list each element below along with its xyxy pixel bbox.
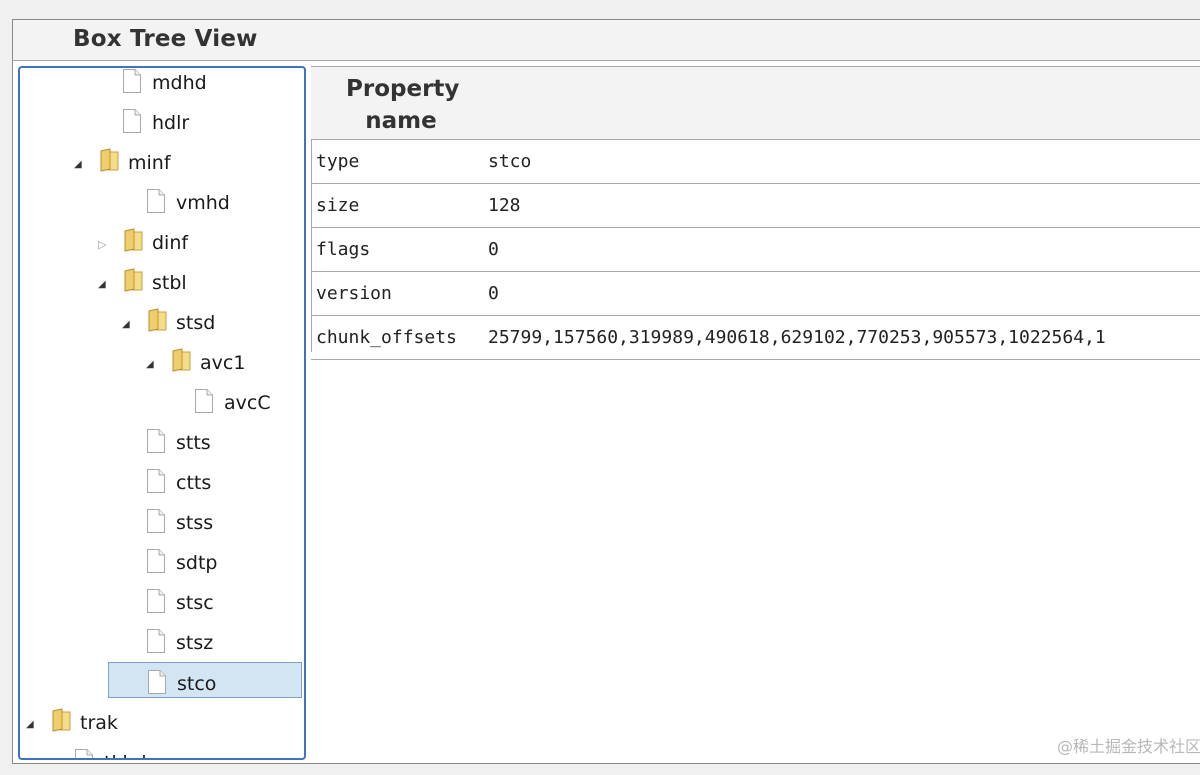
tree-item-label: avcC (224, 392, 271, 414)
tree-item-stts[interactable]: stts (20, 428, 300, 464)
tree-item-label: stsd (176, 312, 216, 334)
property-value: 128 (488, 195, 521, 216)
tree-item-label: stbl (152, 272, 187, 294)
tree-item-trak[interactable]: ◢ trak (20, 708, 300, 744)
box-tree-view-window: Box Tree View mdhd hdlr ◢ minf vmhd ▷ dinf ◢ stb… (12, 19, 1200, 764)
file-icon (146, 188, 168, 214)
tree-item-stsd[interactable]: ◢ stsd (20, 308, 300, 344)
property-row-version[interactable]: version 0 (311, 272, 1200, 316)
tree-item-ctts[interactable]: ctts (20, 468, 300, 504)
tree-item-sdtp[interactable]: sdtp (20, 548, 300, 584)
folder-icon (122, 228, 144, 254)
expand-arrow-icon[interactable]: ▷ (98, 239, 108, 250)
property-row-chunk-offsets[interactable]: chunk_offsets 25799,157560,319989,490618,… (311, 316, 1200, 360)
file-icon (194, 388, 216, 414)
file-icon (146, 468, 168, 494)
property-name: size (316, 195, 360, 216)
folder-icon (50, 708, 72, 734)
tree-item-minf[interactable]: ◢ minf (20, 148, 300, 184)
property-name: version (316, 283, 392, 304)
folder-icon (170, 348, 192, 374)
property-row-type[interactable]: type stco (311, 140, 1200, 184)
tree-item-tkhd[interactable]: tkhd (20, 748, 300, 758)
tree-item-stco[interactable]: stco (108, 662, 302, 698)
property-name-column-header[interactable]: Property name (346, 73, 459, 137)
tree-item-label: stsz (176, 632, 214, 654)
property-name: chunk_offsets (316, 327, 457, 348)
property-row-size[interactable]: size 128 (311, 184, 1200, 228)
property-value: 25799,157560,319989,490618,629102,770253… (488, 327, 1106, 348)
file-icon (74, 748, 96, 758)
tree-item-label: minf (128, 152, 171, 174)
tree-item-label: trak (80, 712, 118, 734)
folder-icon (122, 268, 144, 294)
title-bar: Box Tree View (13, 20, 1200, 61)
collapse-arrow-icon[interactable]: ◢ (98, 280, 108, 290)
tree-item-hdlr[interactable]: hdlr (20, 108, 300, 144)
property-panel: Property name type stco size 128 flags 0 versio… (311, 66, 1200, 760)
tree-item-avc1[interactable]: ◢ avc1 (20, 348, 300, 384)
property-name: type (316, 151, 360, 172)
folder-icon (146, 308, 168, 334)
collapse-arrow-icon[interactable]: ◢ (122, 320, 132, 330)
property-row-flags[interactable]: flags 0 (311, 228, 1200, 272)
tree-item-label: stco (177, 673, 217, 695)
tree-item-dinf[interactable]: ▷ dinf (20, 228, 300, 264)
tree-item-label: ctts (176, 472, 212, 494)
tree-item-label: stts (176, 432, 211, 454)
tree-item-label: hdlr (152, 112, 190, 134)
tree-item-stss[interactable]: stss (20, 508, 300, 544)
tree-item-avcc[interactable]: avcC (20, 388, 300, 424)
property-value: 0 (488, 239, 499, 260)
tree-item-stsc[interactable]: stsc (20, 588, 300, 624)
tree-item-label: mdhd (152, 72, 207, 94)
property-value: stco (488, 151, 532, 172)
box-tree[interactable]: mdhd hdlr ◢ minf vmhd ▷ dinf ◢ stbl ◢ stsd ◢ avc1 avc… (18, 66, 306, 760)
collapse-arrow-icon[interactable]: ◢ (74, 160, 84, 170)
tree-item-label: stss (176, 512, 214, 534)
tree-item-label: tkhd (104, 752, 147, 758)
window-title: Box Tree View (73, 26, 258, 52)
file-icon (146, 588, 168, 614)
file-icon (146, 628, 168, 654)
collapse-arrow-icon[interactable]: ◢ (146, 360, 156, 370)
file-icon (146, 548, 168, 574)
file-icon (147, 669, 169, 695)
watermark: @稀土掘金技术社区 (1056, 737, 1200, 756)
tree-item-vmhd[interactable]: vmhd (20, 188, 300, 224)
property-name: flags (316, 239, 371, 260)
tree-item-label: vmhd (176, 192, 230, 214)
tree-item-label: stsc (176, 592, 214, 614)
collapse-arrow-icon[interactable]: ◢ (26, 720, 36, 730)
tree-item-stbl[interactable]: ◢ stbl (20, 268, 300, 304)
tree-item-mdhd[interactable]: mdhd (20, 68, 300, 104)
property-value: 0 (488, 283, 499, 304)
tree-item-label: dinf (152, 232, 189, 254)
tree-item-label: sdtp (176, 552, 218, 574)
file-icon (122, 68, 144, 94)
file-icon (146, 508, 168, 534)
folder-icon (98, 148, 120, 174)
property-table-body: type stco size 128 flags 0 version 0 chunk_offse… (311, 140, 1200, 360)
file-icon (122, 108, 144, 134)
tree-item-stsz[interactable]: stsz (20, 628, 300, 664)
file-icon (146, 428, 168, 454)
tree-item-label: avc1 (200, 352, 246, 374)
property-table-header: Property name (311, 66, 1200, 140)
